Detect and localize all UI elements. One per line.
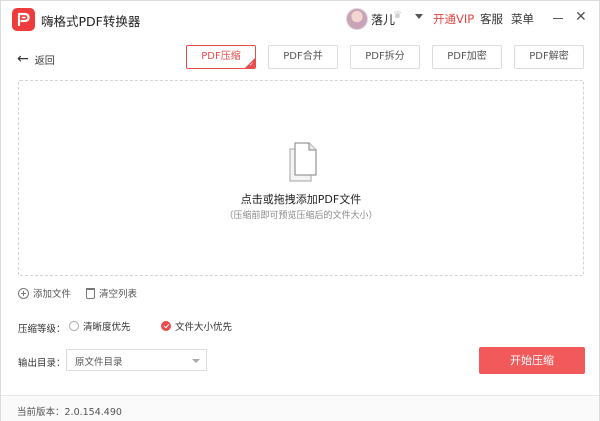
tab-pdf-decrypt[interactable]: PDF解密 [514, 45, 584, 69]
tab-pdf-merge[interactable]: PDF合并 [268, 45, 338, 69]
document-icon [287, 141, 319, 187]
file-drop-zone[interactable]: 点击或拖拽添加PDF文件 （压缩前即可预览压缩后的文件大小） [18, 80, 584, 276]
user-avatar[interactable] [346, 8, 368, 30]
tab-label: PDF加密 [447, 51, 487, 62]
radio-label: 文件大小优先 [175, 322, 233, 333]
clear-list-button[interactable]: 清空列表 [86, 286, 137, 300]
back-label: 返回 [34, 55, 55, 67]
app-window: 嗨格式PDF转换器 落儿 ♛ 开通VIP 客服 菜单 ✕ ← 返回 PDF压缩 … [0, 0, 600, 421]
tab-label: PDF合并 [283, 51, 323, 62]
add-file-label: 添加文件 [33, 289, 72, 300]
minimize-icon[interactable] [553, 18, 563, 19]
radio-unchecked-icon [69, 321, 79, 331]
tab-pdf-encrypt[interactable]: PDF加密 [432, 45, 502, 69]
output-directory-value: 原文件目录 [75, 357, 123, 368]
app-title: 嗨格式PDF转换器 [41, 14, 141, 29]
tab-pdf-compress[interactable]: PDF压缩 ✓ [186, 45, 256, 69]
add-circle-icon [18, 287, 29, 299]
title-bar: 嗨格式PDF转换器 落儿 ♛ 开通VIP 客服 菜单 ✕ [1, 1, 599, 37]
open-vip-link[interactable]: 开通VIP [433, 11, 474, 27]
output-directory-label: 输出目录： [18, 358, 66, 369]
radio-checked-icon [161, 321, 171, 331]
tab-pdf-split[interactable]: PDF拆分 [350, 45, 420, 69]
username[interactable]: 落儿 [371, 11, 395, 28]
menu-link[interactable]: 菜单 [511, 11, 534, 27]
radio-size-priority[interactable]: 文件大小优先 [161, 319, 232, 333]
user-dropdown-icon[interactable] [415, 14, 423, 19]
compression-level-label: 压缩等级： [18, 324, 66, 335]
tab-label: PDF压缩 [201, 51, 241, 62]
output-directory-select[interactable]: 原文件目录 [66, 349, 207, 371]
crown-icon: ♛ [393, 10, 402, 21]
drop-zone-title: 点击或拖拽添加PDF文件 [240, 193, 362, 206]
app-logo-icon [12, 8, 35, 31]
clear-list-label: 清空列表 [99, 289, 138, 300]
trash-icon [86, 287, 95, 299]
drop-zone-hint: （压缩前即可预览压缩后的文件大小） [224, 211, 378, 221]
start-compress-button[interactable]: 开始压缩 [479, 347, 585, 374]
status-bar: 当前版本：2.0.154.490 [1, 395, 599, 421]
tab-label: PDF拆分 [365, 51, 405, 62]
radio-label: 清晰度优先 [83, 322, 131, 333]
check-icon: ✓ [248, 61, 254, 68]
add-file-button[interactable]: 添加文件 [18, 286, 71, 300]
tab-label: PDF解密 [529, 51, 569, 62]
close-icon[interactable]: ✕ [575, 10, 587, 24]
back-arrow-icon: ← [17, 51, 29, 67]
version-text: 当前版本：2.0.154.490 [17, 407, 122, 418]
customer-service-link[interactable]: 客服 [480, 11, 503, 27]
back-button[interactable]: ← 返回 [17, 51, 55, 67]
radio-clarity-priority[interactable]: 清晰度优先 [69, 319, 131, 333]
chevron-down-icon [192, 359, 200, 363]
